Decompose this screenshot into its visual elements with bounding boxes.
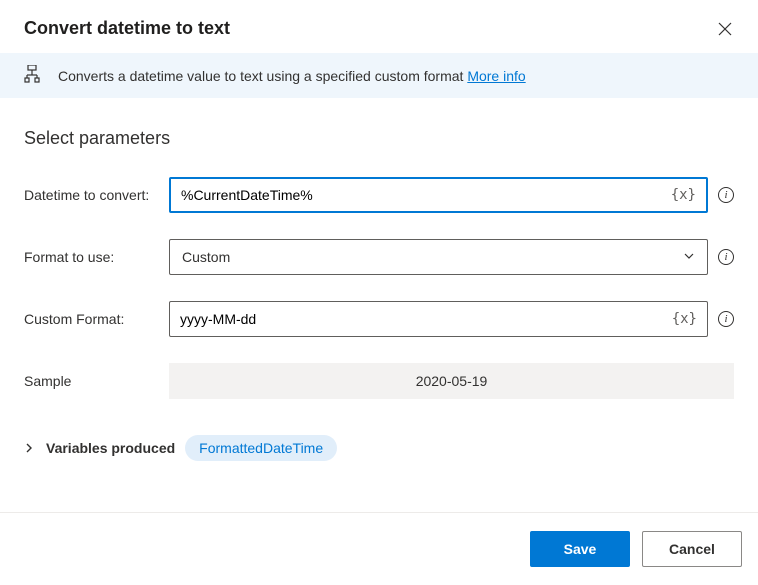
row-datetime: Datetime to convert: {x} i <box>24 177 734 213</box>
variable-picker-icon[interactable]: {x} <box>671 187 706 203</box>
datetime-input[interactable] <box>171 179 671 211</box>
info-icon[interactable]: i <box>718 249 734 265</box>
dialog-title: Convert datetime to text <box>24 18 230 39</box>
more-info-link[interactable]: More info <box>467 68 525 84</box>
format-dropdown-value: Custom <box>182 249 230 265</box>
close-button[interactable] <box>716 20 734 38</box>
format-dropdown[interactable]: Custom <box>169 239 708 275</box>
label-format: Format to use: <box>24 249 169 265</box>
label-datetime: Datetime to convert: <box>24 187 169 203</box>
row-format: Format to use: Custom i <box>24 239 734 275</box>
section-title: Select parameters <box>24 128 734 149</box>
content-area: Select parameters Datetime to convert: {… <box>0 98 758 461</box>
label-sample: Sample <box>24 373 169 389</box>
info-icon[interactable]: i <box>718 311 734 327</box>
cancel-button[interactable]: Cancel <box>642 531 742 567</box>
label-custom-format: Custom Format: <box>24 311 169 327</box>
info-icon[interactable]: i <box>718 187 734 203</box>
variable-picker-icon[interactable]: {x} <box>672 311 707 327</box>
info-banner-text: Converts a datetime value to text using … <box>58 68 526 84</box>
row-custom-format: Custom Format: {x} i <box>24 301 734 337</box>
info-banner: Converts a datetime value to text using … <box>0 53 758 98</box>
dialog-footer: Save Cancel <box>0 512 758 585</box>
save-button[interactable]: Save <box>530 531 630 567</box>
variables-row: Variables produced FormattedDateTime <box>24 435 734 461</box>
banner-description: Converts a datetime value to text using … <box>58 68 467 84</box>
custom-format-input[interactable] <box>170 302 672 336</box>
action-icon <box>24 65 40 86</box>
variables-label: Variables produced <box>46 440 175 456</box>
custom-format-input-wrapper[interactable]: {x} <box>169 301 708 337</box>
row-sample: Sample 2020-05-19 <box>24 363 734 399</box>
expand-variables-toggle[interactable] <box>24 440 36 456</box>
dialog-header: Convert datetime to text <box>0 0 758 53</box>
datetime-input-wrapper[interactable]: {x} <box>169 177 708 213</box>
close-icon <box>718 22 732 36</box>
chevron-down-icon <box>683 249 695 265</box>
variable-pill[interactable]: FormattedDateTime <box>185 435 337 461</box>
sample-value: 2020-05-19 <box>169 363 734 399</box>
